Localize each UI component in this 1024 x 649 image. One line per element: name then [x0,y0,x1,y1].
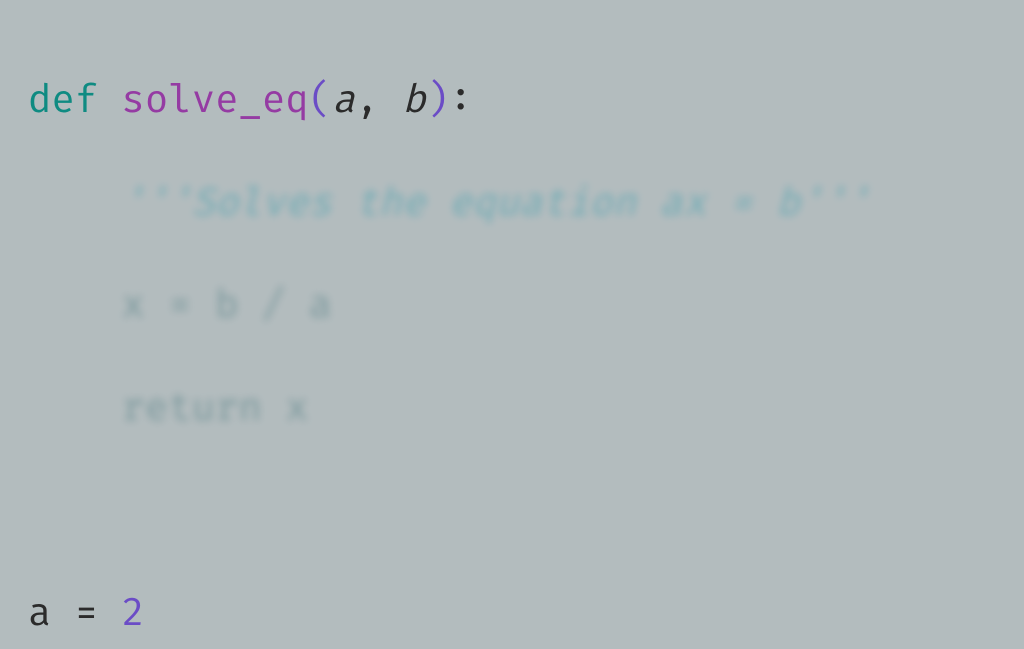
code-line-4: return x [28,383,996,434]
keyword-return: return [122,385,262,432]
code-line-2: '''Solves the equation ax = b''' [28,178,996,229]
paren-close: ) [426,77,449,124]
var-a: a [28,590,51,637]
literal-2: 2 [122,590,145,637]
paren-open: ( [309,77,332,124]
param-a: a [332,77,355,124]
colon: : [449,77,472,124]
function-name: solve_eq [122,77,309,124]
blank-line [28,486,996,537]
var-x: x [122,282,145,329]
param-b: b [402,77,425,124]
code-line-6: a = 2 [28,588,996,639]
return-var: x [285,385,308,432]
docstring: '''Solves the equation ax = b''' [122,180,870,227]
eq: = [145,282,215,329]
code-line-3: x = b / a [28,280,996,331]
code-block: def solve_eq(a, b): '''Solves the equati… [0,0,1024,649]
var-b: b [215,282,238,329]
comma: , [355,77,378,124]
div-op: / [238,282,308,329]
code-line-1: def solve_eq(a, b): [28,75,996,126]
assign: = [51,590,121,637]
var-a: a [309,282,332,329]
keyword-def: def [28,77,98,124]
